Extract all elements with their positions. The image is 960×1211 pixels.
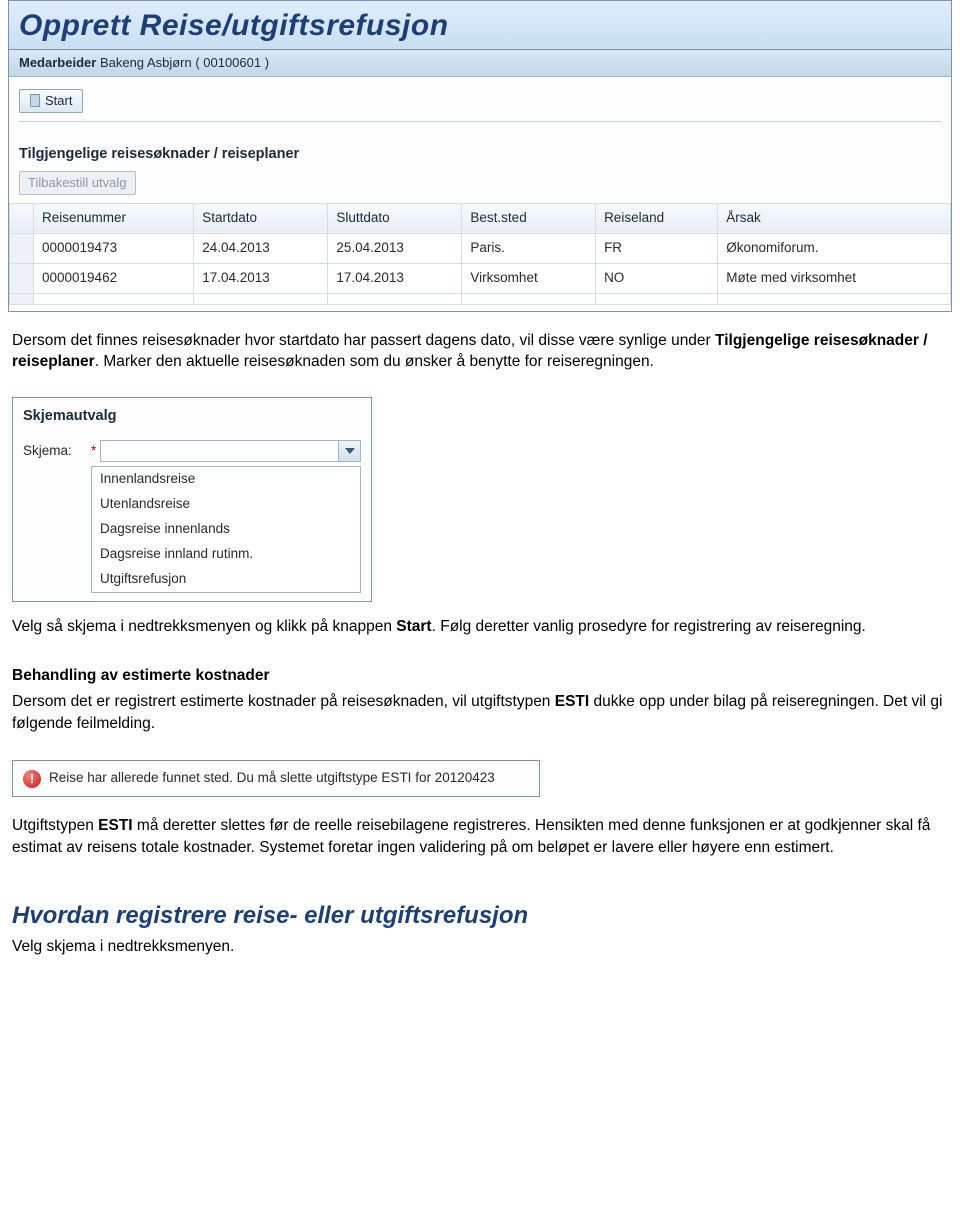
toolbar: Start	[9, 77, 951, 130]
dropdown-option[interactable]: Innenlandsreise	[92, 467, 360, 492]
cell-sluttdato: 25.04.2013	[328, 233, 462, 263]
text: . Marker den aktuelle reisesøknaden som …	[95, 353, 654, 370]
col-reiseland[interactable]: Reiseland	[596, 203, 718, 233]
row-selector[interactable]	[10, 233, 34, 263]
text: . Følg deretter vanlig prosedyre for reg…	[432, 618, 866, 635]
section-heading: Behandling av estimerte kostnader	[12, 665, 948, 687]
bold-text: ESTI	[98, 817, 132, 834]
col-reisenummer[interactable]: Reisenummer	[34, 203, 194, 233]
skjema-row: Skjema: *	[13, 440, 371, 466]
dropdown-option[interactable]: Dagsreise innenlands	[92, 517, 360, 542]
start-button[interactable]: Start	[19, 89, 83, 113]
error-message-box: ! Reise har allerede funnet sted. Du må …	[12, 760, 540, 797]
cell-reisenummer: 0000019462	[34, 263, 194, 293]
bold-text: Start	[396, 618, 431, 635]
cell-aarsak: Møte med virksomhet	[718, 263, 951, 293]
text: Dersom det er registrert estimerte kostn…	[12, 693, 555, 710]
cell-sluttdato: 17.04.2013	[328, 263, 462, 293]
title-bar: Opprett Reise/utgiftsrefusjon	[9, 1, 951, 50]
skjema-dropdown-list: Innenlandsreise Utenlandsreise Dagsreise…	[91, 466, 361, 592]
start-icon	[30, 94, 40, 107]
text: Dersom det finnes reisesøknader hvor sta…	[12, 332, 711, 349]
text: Utgiftstypen	[12, 817, 98, 834]
paragraph-3: Behandling av estimerte kostnader Dersom…	[0, 659, 960, 756]
cell-reisenummer: 0000019473	[34, 233, 194, 263]
section-heading-2: Hvordan registrere reise- eller utgiftsr…	[0, 881, 960, 937]
required-asterisk: *	[91, 442, 96, 461]
table-row[interactable]: 0000019473 24.04.2013 25.04.2013 Paris. …	[10, 233, 951, 263]
panel-title: Skjemautvalg	[13, 398, 371, 440]
cell-reiseland: FR	[596, 233, 718, 263]
subheader-label: Medarbeider	[19, 55, 96, 70]
dropdown-option[interactable]: Utenlandsreise	[92, 492, 360, 517]
reset-selection-button[interactable]: Tilbakestill utvalg	[19, 171, 136, 195]
table-row[interactable]: 0000019462 17.04.2013 17.04.2013 Virksom…	[10, 263, 951, 293]
row-selector[interactable]	[10, 293, 34, 304]
row-selector[interactable]	[10, 263, 34, 293]
paragraph-5: Velg skjema i nedtrekksmenyen.	[0, 936, 960, 968]
subheader: Medarbeider Bakeng Asbjørn ( 00100601 )	[9, 50, 951, 77]
cell-startdato: 24.04.2013	[194, 233, 328, 263]
cell-beststed: Virksomhet	[462, 263, 596, 293]
cell-reiseland: NO	[596, 263, 718, 293]
col-aarsak[interactable]: Årsak	[718, 203, 951, 233]
list-section-title: Tilgjengelige reisesøknader / reiseplane…	[9, 130, 951, 170]
dropdown-option[interactable]: Dagsreise innland rutinm.	[92, 542, 360, 567]
error-text: Reise har allerede funnet sted. Du må sl…	[49, 769, 495, 788]
col-sluttdato[interactable]: Sluttdato	[328, 203, 462, 233]
travel-table: Reisenummer Startdato Sluttdato Best.ste…	[9, 203, 951, 305]
text: må deretter slettes før de reelle reiseb…	[12, 817, 930, 856]
cell-beststed: Paris.	[462, 233, 596, 263]
chevron-down-icon	[338, 441, 360, 461]
col-startdato[interactable]: Startdato	[194, 203, 328, 233]
app-window: Opprett Reise/utgiftsrefusjon Medarbeide…	[8, 0, 952, 312]
start-button-label: Start	[45, 93, 72, 108]
col-beststed[interactable]: Best.sted	[462, 203, 596, 233]
subheader-value: Bakeng Asbjørn ( 00100601 )	[100, 55, 269, 70]
bold-text: ESTI	[555, 693, 589, 710]
text: Velg så skjema i nedtrekksmenyen og klik…	[12, 618, 396, 635]
select-value	[101, 441, 338, 461]
skjema-panel: Skjemautvalg Skjema: * Innenlandsreise U…	[12, 397, 372, 602]
paragraph-2: Velg så skjema i nedtrekksmenyen og klik…	[0, 612, 960, 660]
page-title: Opprett Reise/utgiftsrefusjon	[19, 5, 941, 47]
cell-startdato: 17.04.2013	[194, 263, 328, 293]
error-icon: !	[23, 770, 41, 788]
skjema-select[interactable]	[100, 440, 361, 462]
skjema-label: Skjema:	[23, 442, 91, 461]
cell-aarsak: Økonomiforum.	[718, 233, 951, 263]
paragraph-4: Utgiftstypen ESTI må deretter slettes fø…	[0, 811, 960, 880]
table-header-row: Reisenummer Startdato Sluttdato Best.ste…	[10, 203, 951, 233]
dropdown-option[interactable]: Utgiftsrefusjon	[92, 567, 360, 592]
paragraph-1: Dersom det finnes reisesøknader hvor sta…	[0, 326, 960, 395]
table-row[interactable]	[10, 293, 951, 304]
select-column-header	[10, 203, 34, 233]
